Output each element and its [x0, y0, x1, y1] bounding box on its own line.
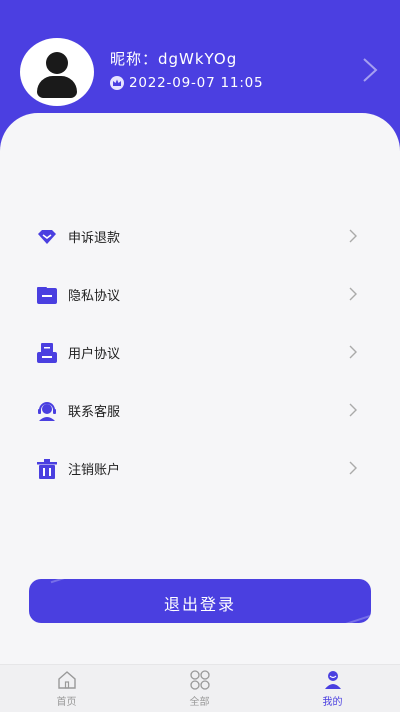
- logout-button[interactable]: 退出登录: [29, 579, 371, 623]
- crown-icon: [110, 76, 124, 90]
- nickname: 昵称：dgWkYOg: [110, 50, 238, 68]
- document-tray-icon: [37, 343, 57, 363]
- trash-icon: [37, 459, 57, 479]
- user-icon: [325, 671, 341, 689]
- menu-item-customer-service[interactable]: 联系客服: [0, 390, 400, 430]
- chevron-right-icon: [349, 287, 357, 301]
- tab-home[interactable]: 首页: [0, 665, 133, 712]
- chevron-right-icon: [349, 345, 357, 359]
- tab-label: 全部: [189, 697, 210, 708]
- avatar[interactable]: [20, 38, 94, 106]
- menu-item-privacy[interactable]: 隐私协议: [0, 274, 400, 314]
- menu-item-refund[interactable]: 申诉退款: [0, 216, 400, 256]
- menu-item-label: 注销账户: [68, 463, 121, 478]
- chevron-right-icon: [349, 403, 357, 417]
- vip-expiry-time: 2022-09-07 11:05: [129, 75, 264, 91]
- tab-label: 首页: [56, 697, 77, 708]
- menu-item-user-agreement[interactable]: 用户协议: [0, 332, 400, 372]
- menu-item-label: 联系客服: [68, 405, 121, 420]
- home-icon: [58, 671, 76, 689]
- menu-item-label: 隐私协议: [68, 289, 121, 304]
- bottom-tab-bar: 首页 全部 我的: [0, 664, 400, 712]
- menu-item-label: 申诉退款: [68, 231, 121, 246]
- heart-diamond-icon: [38, 230, 56, 244]
- menu-item-delete-account[interactable]: 注销账户: [0, 448, 400, 488]
- headset-icon: [38, 402, 56, 421]
- chevron-right-icon: [349, 229, 357, 243]
- tab-mine[interactable]: 我的: [266, 665, 399, 712]
- chevron-right-icon[interactable]: [360, 57, 380, 87]
- chevron-right-icon: [349, 461, 357, 475]
- decorative-streak: [50, 579, 128, 584]
- tab-label: 我的: [322, 697, 343, 708]
- logout-label: 退出登录: [163, 597, 236, 614]
- tab-all[interactable]: 全部: [133, 665, 266, 712]
- folder-icon: [37, 287, 57, 304]
- menu-item-label: 用户协议: [68, 347, 121, 362]
- grid-icon: [190, 670, 210, 690]
- avatar-body: [37, 76, 77, 98]
- avatar-head: [46, 52, 68, 74]
